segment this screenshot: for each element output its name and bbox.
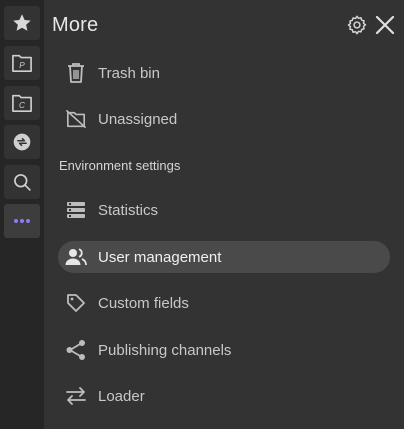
star-icon: [11, 12, 33, 34]
app-root: P C More Trash bin Unassigned Environmen…: [0, 0, 404, 429]
menu-item-label: User management: [98, 248, 222, 266]
users-icon: [64, 245, 88, 269]
svg-text:C: C: [19, 101, 25, 110]
menu-item-user-management[interactable]: User management: [58, 241, 390, 273]
left-toolbar: P C: [0, 0, 44, 429]
statistics-icon: [64, 198, 88, 222]
unassigned-icon: [64, 107, 88, 131]
more-dots-icon: [12, 217, 32, 225]
more-button[interactable]: [4, 204, 40, 238]
more-panel: More Trash bin Unassigned Environment se…: [44, 0, 404, 429]
section-label-environment-settings: Environment settings: [59, 158, 181, 173]
c-folder-button[interactable]: C: [4, 86, 40, 120]
svg-text:P: P: [19, 61, 25, 70]
menu-item-loader[interactable]: Loader: [58, 380, 390, 412]
sync-icon: [12, 132, 32, 152]
folder-c-icon: C: [11, 93, 33, 113]
gear-icon: [346, 14, 368, 41]
menu-item-label: Trash bin: [98, 64, 160, 82]
menu-item-label: Publishing channels: [98, 341, 232, 359]
search-icon: [12, 172, 32, 192]
menu-item-trash-bin[interactable]: Trash bin: [58, 57, 390, 89]
menu-item-custom-fields[interactable]: Custom fields: [58, 287, 390, 319]
panel-title: More: [52, 14, 99, 36]
menu-item-label: Statistics: [98, 201, 159, 219]
sync-button[interactable]: [4, 125, 40, 159]
menu-item-label: Loader: [98, 387, 145, 405]
folder-p-icon: P: [11, 53, 33, 73]
menu-item-statistics[interactable]: Statistics: [58, 194, 390, 226]
menu-item-label: Custom fields: [98, 294, 189, 312]
close-icon: [375, 15, 395, 40]
settings-button[interactable]: [346, 14, 368, 41]
favorites-button[interactable]: [4, 6, 40, 40]
p-folder-button[interactable]: P: [4, 46, 40, 80]
trash-icon: [64, 61, 88, 85]
close-button[interactable]: [374, 15, 396, 40]
tag-icon: [64, 291, 88, 315]
search-button[interactable]: [4, 165, 40, 199]
menu-item-unassigned[interactable]: Unassigned: [58, 103, 390, 135]
share-icon: [64, 338, 88, 362]
menu-item-publishing-channels[interactable]: Publishing channels: [58, 334, 390, 366]
menu-item-label: Unassigned: [98, 110, 178, 128]
swap-arrows-icon: [64, 384, 88, 408]
